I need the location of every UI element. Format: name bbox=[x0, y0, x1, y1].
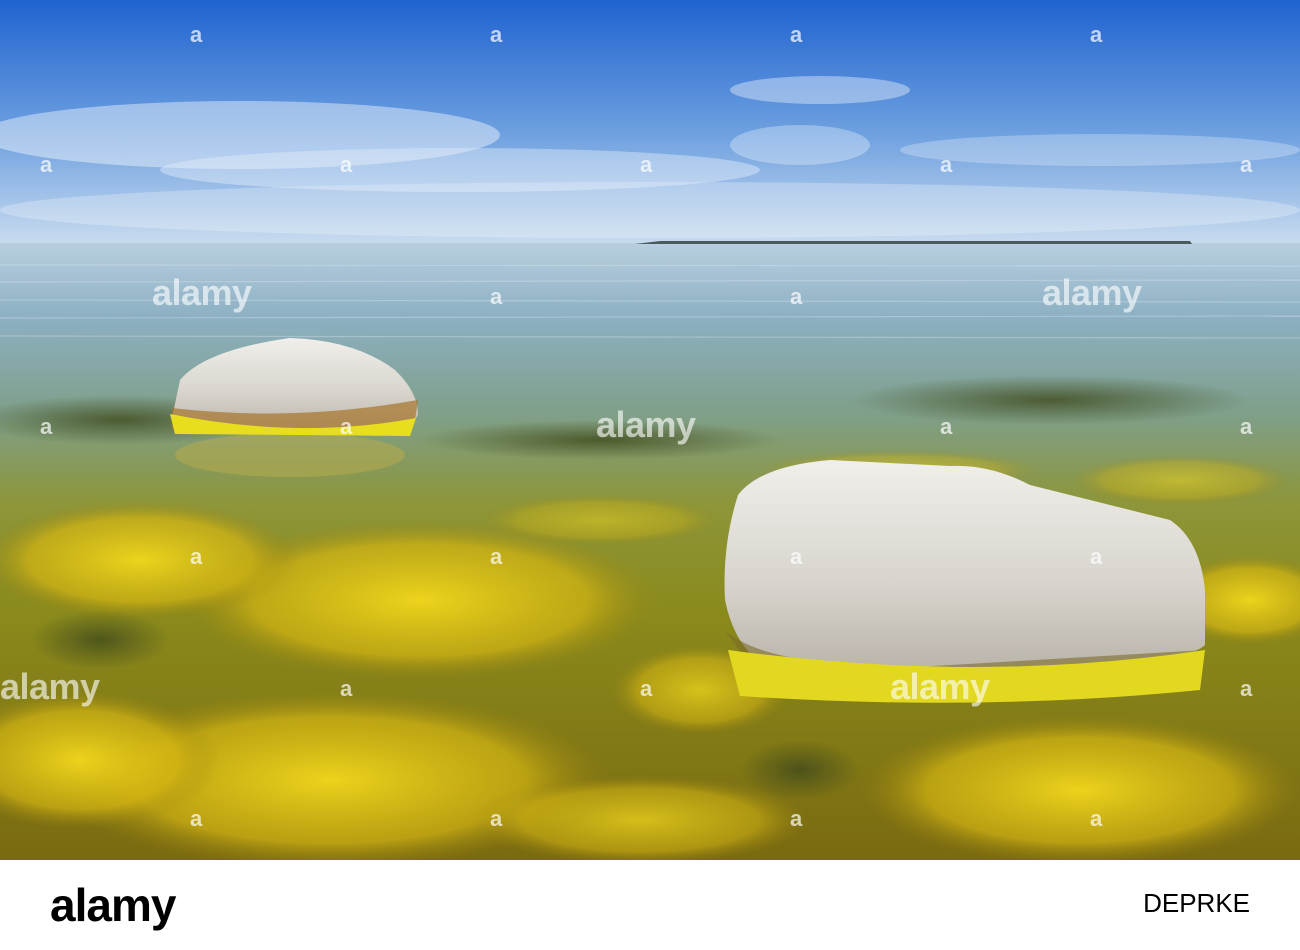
watermark-a-mark: a bbox=[190, 22, 203, 47]
watermark-alamy: alamy bbox=[152, 272, 252, 313]
watermark-a-mark: a bbox=[340, 676, 353, 701]
watermark-a-mark: a bbox=[490, 22, 503, 47]
watermark-a-mark: a bbox=[40, 414, 53, 439]
distant-island bbox=[635, 241, 1192, 244]
footer-bar: alamy DEPRKE bbox=[0, 860, 1300, 950]
watermark-a-mark: a bbox=[490, 284, 503, 309]
watermark-a-mark: a bbox=[1090, 22, 1103, 47]
watermark-a-mark: a bbox=[940, 414, 953, 439]
watermark-a-mark: a bbox=[940, 152, 953, 177]
watermark-a-mark: a bbox=[490, 544, 503, 569]
watermark-a-mark: a bbox=[1090, 806, 1103, 831]
watermark-alamy: alamy bbox=[596, 404, 696, 445]
watermark-a-mark: a bbox=[340, 152, 353, 177]
watermark-a-mark: a bbox=[190, 544, 203, 569]
watermark-a-mark: a bbox=[790, 284, 803, 309]
watermark-a-mark: a bbox=[640, 676, 653, 701]
watermark-a-mark: a bbox=[1240, 414, 1253, 439]
watermark-a-mark: a bbox=[790, 544, 803, 569]
image-code: DEPRKE bbox=[1143, 888, 1250, 918]
watermark-alamy: alamy bbox=[890, 666, 990, 707]
watermark-a-mark: a bbox=[1240, 676, 1253, 701]
watermark-a-mark: a bbox=[640, 152, 653, 177]
watermark-alamy: alamy bbox=[1042, 272, 1142, 313]
watermark-a-mark: a bbox=[1240, 152, 1253, 177]
watermark-alamy: alamy bbox=[0, 666, 100, 707]
watermark-a-mark: a bbox=[190, 806, 203, 831]
watermark-a-mark: a bbox=[1090, 544, 1103, 569]
alamy-logo[interactable]: alamy bbox=[50, 882, 176, 928]
watermark-a-mark: a bbox=[40, 152, 53, 177]
watermark-a-mark: a bbox=[790, 806, 803, 831]
watermark-a-mark: a bbox=[340, 414, 353, 439]
watermark-a-mark: a bbox=[490, 806, 503, 831]
watermark-a-mark: a bbox=[790, 22, 803, 47]
